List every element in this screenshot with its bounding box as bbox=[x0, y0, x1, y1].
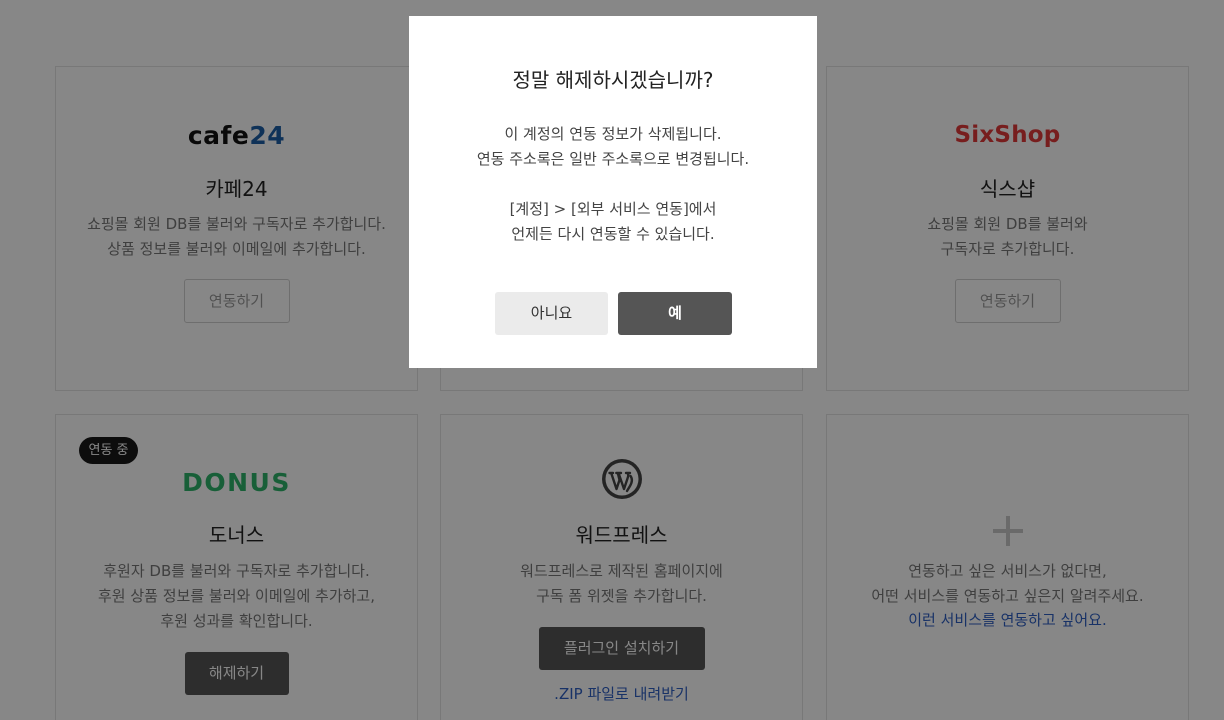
confirm-dialog: 정말 해제하시겠습니까? 이 계정의 연동 정보가 삭제됩니다. 연동 주소록은… bbox=[409, 16, 817, 368]
dialog-message: 이 계정의 연동 정보가 삭제됩니다. 연동 주소록은 일반 주소록으로 변경됩… bbox=[409, 122, 817, 172]
message-line: 언제든 다시 연동할 수 있습니다. bbox=[511, 225, 715, 243]
no-button[interactable]: 아니요 bbox=[495, 292, 608, 335]
dialog-hint: [계정] > [외부 서비스 연동]에서 언제든 다시 연동할 수 있습니다. bbox=[409, 197, 817, 247]
message-line: 연동 주소록은 일반 주소록으로 변경됩니다. bbox=[476, 150, 750, 168]
yes-button[interactable]: 예 bbox=[618, 292, 732, 335]
message-line: 이 계정의 연동 정보가 삭제됩니다. bbox=[504, 125, 722, 143]
dialog-title: 정말 해제하시겠습니까? bbox=[512, 68, 714, 92]
message-line: [계정] > [외부 서비스 연동]에서 bbox=[509, 200, 717, 218]
